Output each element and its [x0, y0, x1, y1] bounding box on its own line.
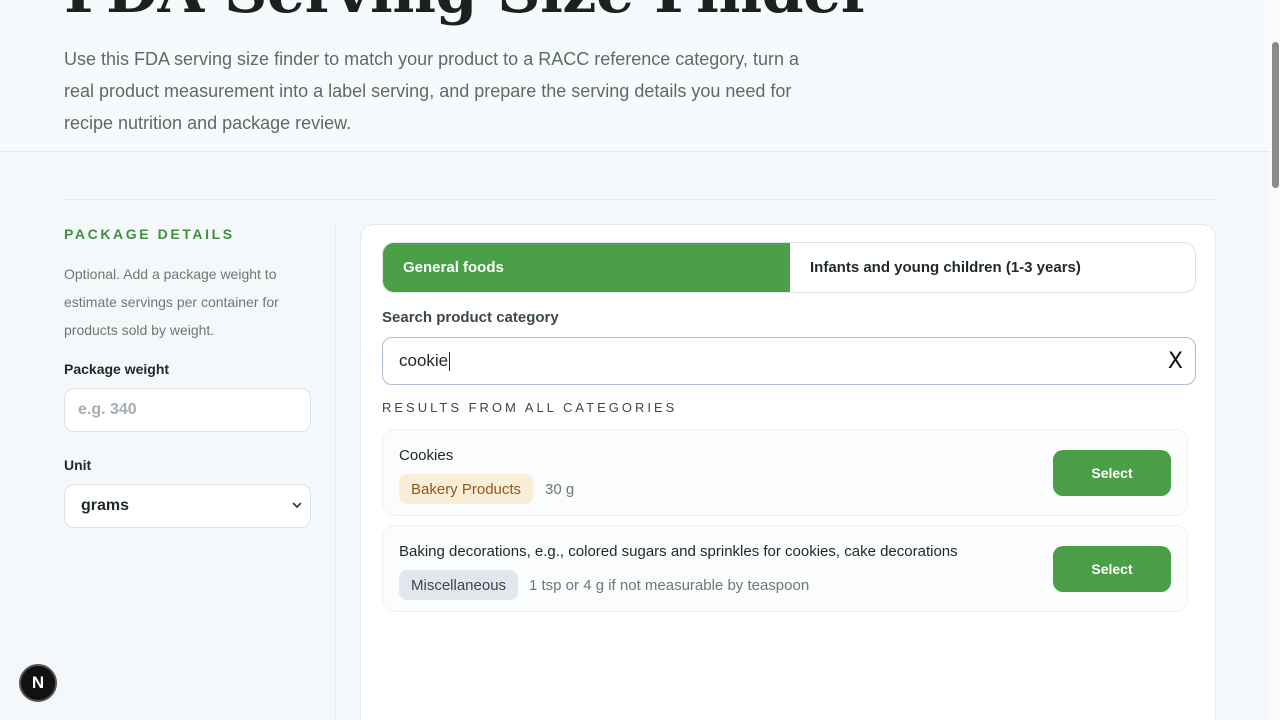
category-search-panel: General foods Infants and young children… [360, 224, 1216, 720]
category-badge: Bakery Products [399, 474, 534, 504]
select-button[interactable]: Select [1053, 546, 1171, 592]
select-button[interactable]: Select [1053, 450, 1171, 496]
clear-search-button[interactable]: X [1168, 349, 1183, 375]
result-name: Cookies [399, 447, 454, 464]
category-badge: Miscellaneous [399, 570, 519, 600]
unit-select-value: grams [81, 497, 130, 514]
package-weight-placeholder: e.g. 340 [78, 401, 137, 418]
serving-size: 1 tsp or 4 g if not measurable by teaspo… [529, 577, 810, 594]
hero-section: FDA Serving Size Finder Use this FDA ser… [0, 0, 1270, 152]
section-divider [64, 199, 1216, 200]
tab-infants-young-children[interactable]: Infants and young children (1-3 years) [790, 243, 1195, 292]
page-title: FDA Serving Size Finder [64, 0, 872, 22]
food-type-tabs: General foods Infants and young children… [382, 242, 1196, 293]
package-help-text: Optional. Add a package weight to estima… [64, 266, 279, 338]
unit-select[interactable]: grams [64, 484, 311, 528]
next-devtools-button[interactable]: N [19, 664, 57, 702]
tab-general-foods[interactable]: General foods [383, 243, 790, 292]
serving-size: 30 g [545, 481, 575, 498]
page-description: Use this FDA serving size finder to matc… [64, 49, 799, 133]
scrollbar-thumb[interactable] [1272, 42, 1279, 188]
chevron-down-icon [292, 500, 302, 512]
package-weight-label: Package weight [64, 361, 170, 377]
package-details-heading: PACKAGE DETAILS [64, 226, 235, 242]
column-separator [335, 224, 336, 720]
search-input[interactable]: cookie X [382, 337, 1196, 385]
results-heading: RESULTS FROM ALL CATEGORIES [382, 400, 678, 415]
result-item: Cookies Bakery Products 30 g Select [382, 429, 1188, 516]
page-scrollbar[interactable] [1270, 0, 1280, 720]
result-name: Baking decorations, e.g., colored sugars… [399, 543, 958, 560]
unit-label: Unit [64, 457, 92, 473]
text-caret [449, 351, 451, 371]
package-details-panel: PACKAGE DETAILS Optional. Add a package … [64, 224, 312, 528]
search-label: Search product category [382, 309, 559, 326]
package-weight-input[interactable]: e.g. 340 [64, 388, 311, 432]
search-input-value: cookie [399, 351, 449, 370]
result-item: Baking decorations, e.g., colored sugars… [382, 525, 1188, 612]
